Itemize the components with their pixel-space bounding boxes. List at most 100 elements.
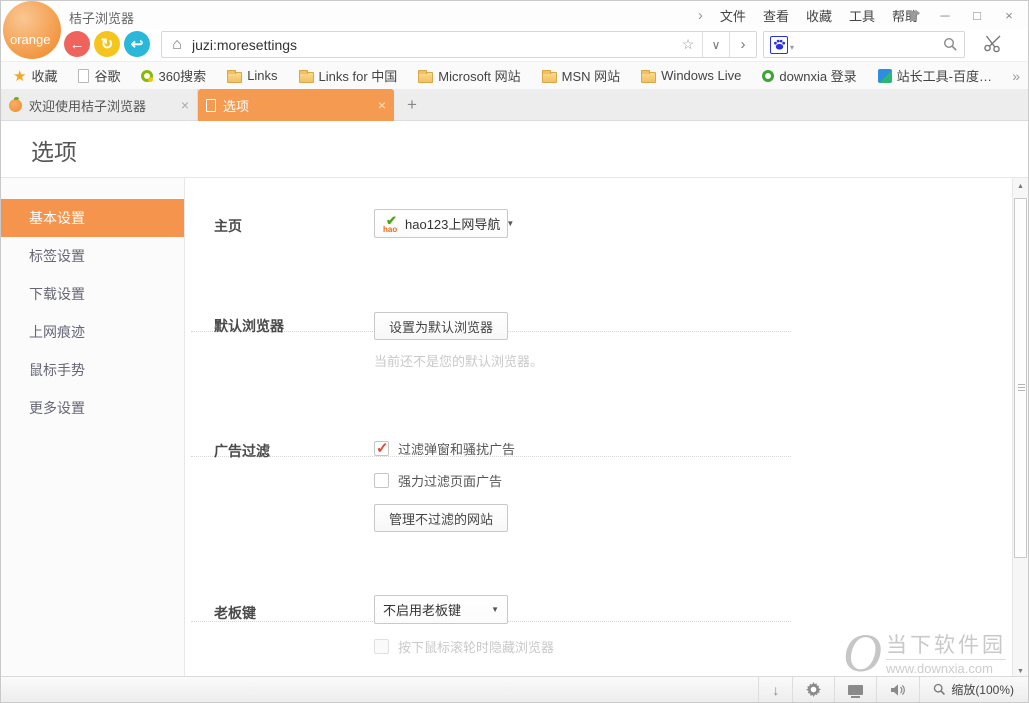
bookmark-star-icon[interactable]: ☆ — [674, 36, 702, 53]
menu-item-tools[interactable]: 工具 — [849, 6, 875, 25]
webmaster-tools-icon — [878, 69, 892, 83]
bookmark-360-search[interactable]: 360搜索 — [141, 66, 206, 85]
search-input[interactable] — [794, 37, 943, 52]
downloads-icon[interactable]: ↓ — [758, 677, 792, 702]
url-dropdown-chevron-icon[interactable]: ∨ — [702, 32, 729, 57]
dropdown-arrow-icon: ▼ — [506, 219, 514, 228]
close-button[interactable]: × — [996, 4, 1022, 26]
sidebar-item-tab-settings[interactable]: 标签设置 — [1, 237, 184, 275]
sidebar-item-more-settings[interactable]: 更多设置 — [1, 389, 184, 427]
homepage-dropdown-value: hao123上网导航 — [405, 214, 500, 233]
bookmarks-overflow-icon[interactable]: » — [1012, 68, 1020, 84]
navigation-toolbar: ← ↻ ↩ ⌂ ☆ ∨ › ▾ — [1, 29, 1028, 61]
checkbox-label: 按下鼠标滚轮时隐藏浏览器 — [398, 637, 554, 656]
zoom-control[interactable]: 缩放(100%) — [919, 677, 1028, 702]
menu-item-view[interactable]: 查看 — [763, 6, 789, 25]
sidebar-item-download-settings[interactable]: 下载设置 — [1, 275, 184, 313]
dropdown-arrow-icon: ▼ — [491, 605, 499, 614]
menu-item-file[interactable]: 文件 — [720, 6, 746, 25]
set-default-browser-button[interactable]: 设置为默认浏览器 — [374, 312, 508, 340]
settings-sidebar: 基本设置 标签设置 下载设置 上网痕迹 鼠标手势 更多设置 — [1, 178, 185, 679]
scrollbar-thumb[interactable] — [1014, 198, 1027, 558]
bookmark-google[interactable]: 谷歌 — [78, 66, 120, 85]
forward-button[interactable]: › — [729, 32, 756, 57]
menu-item-favorites[interactable]: 收藏 — [806, 6, 832, 25]
checkbox-label: 过滤弹窗和骚扰广告 — [398, 439, 515, 458]
address-bar[interactable]: ⌂ ☆ ∨ › — [161, 31, 757, 58]
title-bar: orange 桔子浏览器 › 文件 查看 收藏 工具 帮助 ─ □ × — [1, 1, 1028, 29]
folder-icon — [418, 72, 433, 83]
tab-welcome[interactable]: 欢迎使用桔子浏览器 × — [1, 89, 198, 121]
home-icon[interactable]: ⌂ — [162, 36, 192, 54]
settings-gear-icon[interactable] — [792, 677, 834, 702]
vertical-scrollbar[interactable]: ▲ ▼ — [1012, 178, 1028, 679]
boss-key-dropdown-value: 不启用老板键 — [383, 600, 485, 619]
ad-filter-option2-row: 强力过滤页面广告 — [374, 471, 502, 490]
scroll-up-icon[interactable]: ▲ — [1013, 178, 1028, 194]
search-magnifier-icon[interactable] — [943, 37, 958, 52]
tab-close-icon[interactable]: × — [181, 97, 189, 113]
downxia-watermark: O 当下软件园 www.downxia.com — [843, 629, 1006, 676]
bookmark-folder-msn[interactable]: MSN 网站 — [542, 66, 621, 85]
bookmark-webmaster-tools[interactable]: 站长工具-百度… — [878, 66, 992, 85]
hao123-icon: ✔hao — [383, 216, 399, 232]
reopen-closed-tab-button[interactable]: ↩ — [124, 31, 150, 57]
back-button[interactable]: ← — [64, 31, 90, 57]
sidebar-item-basic-settings[interactable]: 基本设置 — [1, 199, 184, 237]
menu-overflow-chevron-icon[interactable]: › — [698, 7, 703, 24]
tab-label: 欢迎使用桔子浏览器 — [29, 96, 174, 115]
orange-fruit-icon — [9, 99, 22, 112]
baidu-paw-icon[interactable] — [770, 36, 788, 54]
menu-bar: › 文件 查看 收藏 工具 帮助 — [698, 1, 918, 29]
maximize-button[interactable]: □ — [964, 4, 990, 26]
bookmark-folder-links-china[interactable]: Links for 中国 — [299, 66, 398, 85]
page-icon — [78, 69, 89, 83]
browser-logo[interactable]: orange — [3, 1, 61, 59]
homepage-label: 主页 — [214, 216, 242, 236]
folder-icon — [299, 72, 314, 83]
minimize-button[interactable]: ─ — [932, 4, 958, 26]
tab-close-icon[interactable]: × — [378, 97, 386, 113]
fullscreen-monitor-icon[interactable] — [834, 677, 876, 702]
bookmark-label: Links — [247, 68, 277, 83]
manage-unfiltered-sites-button[interactable]: 管理不过滤的网站 — [374, 504, 508, 532]
settings-content: 主页 ✔hao hao123上网导航 ▼ 默认浏览器 设置为默认浏览器 当前还不… — [186, 178, 1014, 679]
checkbox-label: 强力过滤页面广告 — [398, 471, 502, 490]
bookmark-label: MSN 网站 — [562, 66, 621, 85]
speaker-mute-icon[interactable] — [876, 677, 919, 702]
bookmark-favorites[interactable]: ★ 收藏 — [13, 66, 57, 85]
zoom-level-label: 缩放(100%) — [951, 681, 1014, 698]
status-bar: ↓ 缩放(100%) — [1, 676, 1028, 702]
bookmark-downxia-login[interactable]: downxia 登录 — [762, 66, 856, 85]
new-tab-button[interactable]: + — [401, 95, 423, 115]
bookmark-label: 站长工具-百度… — [897, 66, 992, 85]
bookmarks-bar: ★ 收藏 谷歌 360搜索 Links Links for 中国 Microso… — [1, 61, 1028, 89]
bookmark-folder-microsoft[interactable]: Microsoft 网站 — [418, 66, 520, 85]
page-title: 选项 — [31, 133, 77, 167]
bookmark-label: Links for 中国 — [319, 66, 398, 85]
strong-filter-checkbox-unchecked[interactable] — [374, 473, 389, 488]
screenshot-scissors-icon[interactable] — [983, 34, 1004, 53]
sidebar-item-mouse-gestures[interactable]: 鼠标手势 — [1, 351, 184, 389]
popup-filter-checkbox-checked[interactable] — [374, 441, 389, 456]
refresh-button[interactable]: ↻ — [94, 31, 120, 57]
tab-label: 选项 — [223, 96, 371, 115]
bookmark-folder-links[interactable]: Links — [227, 68, 277, 83]
url-input[interactable] — [192, 37, 674, 53]
homepage-dropdown[interactable]: ✔hao hao123上网导航 ▼ — [374, 209, 508, 238]
downxia-icon — [762, 70, 774, 82]
boss-key-dropdown[interactable]: 不启用老板键 ▼ — [374, 595, 508, 624]
tab-options-active[interactable]: 选项 × — [198, 89, 394, 121]
tab-strip: 欢迎使用桔子浏览器 × 选项 × + — [1, 89, 1028, 121]
sidebar-item-browsing-traces[interactable]: 上网痕迹 — [1, 313, 184, 351]
search-box[interactable]: ▾ — [763, 31, 965, 58]
scrollbar-grip — [1018, 384, 1025, 385]
skin-theme-icon[interactable] — [900, 4, 926, 26]
ad-filter-label: 广告过滤 — [214, 441, 270, 461]
watermark-site-name: 当下软件园 — [886, 629, 1006, 659]
settings-page: 选项 基本设置 标签设置 下载设置 上网痕迹 鼠标手势 更多设置 主页 ✔hao… — [1, 121, 1028, 679]
page-icon — [206, 99, 216, 112]
favorites-star-icon: ★ — [13, 67, 26, 85]
bookmark-folder-windows-live[interactable]: Windows Live — [641, 68, 741, 83]
watermark-logo: O — [843, 631, 882, 675]
